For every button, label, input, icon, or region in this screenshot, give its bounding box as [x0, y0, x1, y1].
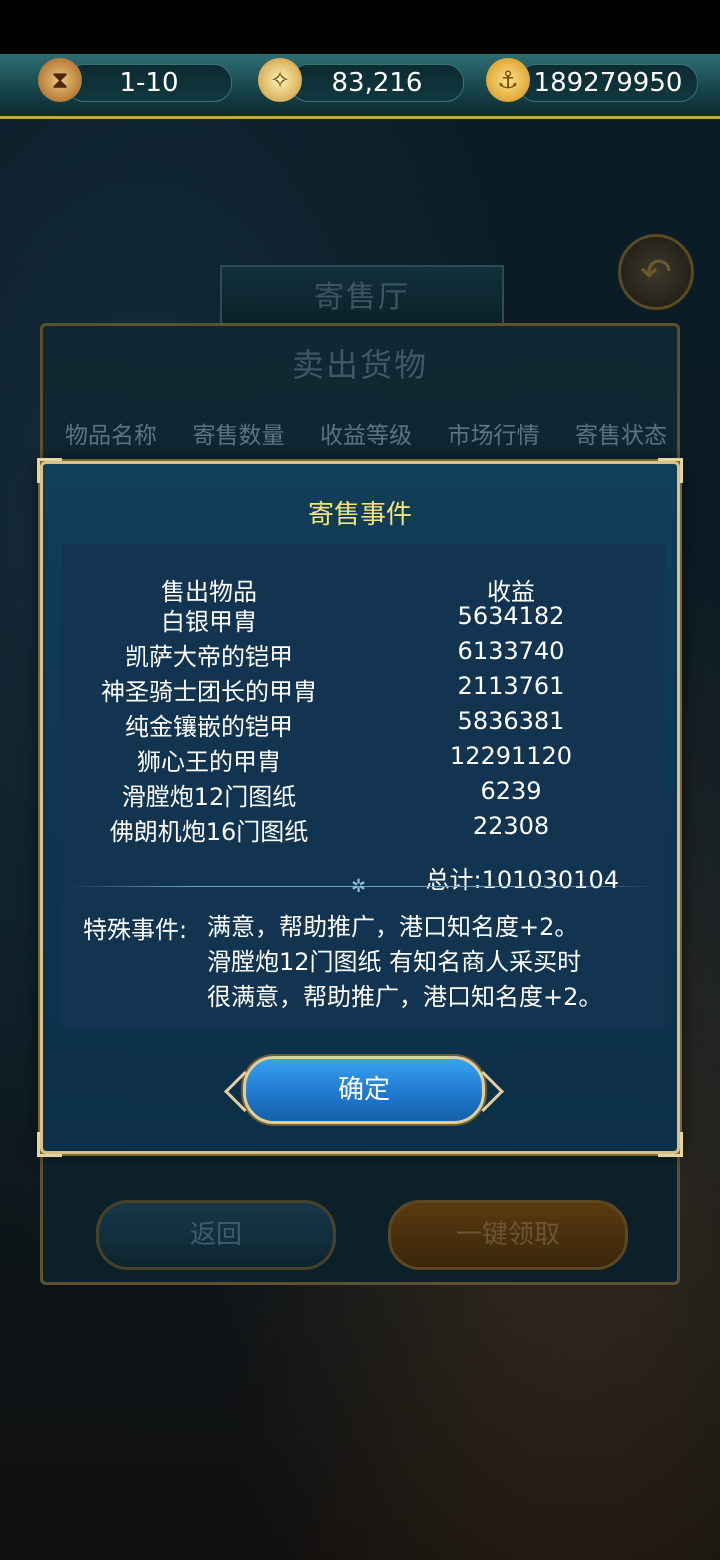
system-status-bar — [0, 0, 720, 54]
sold-item-row: 神圣骑士团长的甲胄 2113761 — [61, 672, 665, 707]
column-quantity: 寄售数量 — [192, 423, 285, 449]
sold-item-row: 佛朗机炮16门图纸 22308 — [61, 812, 665, 847]
sold-item-income: 6133740 — [457, 637, 565, 665]
claim-all-button: 一键领取 — [388, 1200, 628, 1270]
sold-items-panel: 售出物品 收益 白银甲胄 5634182 凯萨大帝的铠甲 6133740 神圣骑… — [61, 544, 665, 1026]
sold-item-name: 纯金镶嵌的铠甲 — [125, 713, 293, 741]
gold-resource: 189279950 — [518, 64, 698, 102]
compass-icon: ✧ — [258, 58, 302, 102]
sold-item-row: 滑膛炮12门图纸 6239 — [61, 777, 665, 812]
frame-corner — [658, 1132, 683, 1157]
resource-bar: ⧗ 1-10 ✧ 83,216 ⚓ 189279950 — [0, 54, 720, 119]
column-income-level: 收益等级 — [320, 423, 412, 449]
hourglass-icon: ⧗ — [38, 58, 82, 102]
confirm-label: 确定 — [337, 1075, 390, 1105]
dialog-title: 寄售事件 — [307, 500, 412, 530]
sold-item-row: 纯金镶嵌的铠甲 5836381 — [61, 707, 665, 742]
column-market: 市场行情 — [447, 423, 540, 449]
sold-item-income: 5634182 — [457, 602, 565, 630]
special-event-label: 特殊事件: — [83, 916, 188, 944]
frame-corner — [658, 458, 683, 483]
sold-item-row: 狮心王的甲胄 12291120 — [61, 742, 665, 777]
sold-item-income: 12291120 — [449, 742, 573, 770]
special-event-line: 很满意，帮助推广，港口知名度+2。 — [207, 983, 603, 1011]
sold-item-row: 凯萨大帝的铠甲 6133740 — [61, 637, 665, 672]
hall-title: 寄售厅 — [220, 265, 504, 331]
sold-item-name: 狮心王的甲胄 — [137, 748, 281, 776]
sold-item-name: 神圣骑士团长的甲胄 — [101, 678, 317, 706]
total-income: 总计:101030104 — [425, 866, 619, 894]
button-ornament — [462, 1070, 505, 1113]
ornament-icon: ✲ — [351, 876, 367, 897]
sold-item-income: 2113761 — [457, 672, 565, 700]
frame-corner — [37, 458, 62, 483]
column-status: 寄售状态 — [575, 423, 667, 449]
special-event-text: 满意，帮助推广，港口知名度+2。 滑膛炮12门图纸 有知名商人采买时 很满意，帮… — [207, 910, 647, 1015]
return-arrow-icon[interactable]: ↶ — [618, 234, 694, 310]
confirm-button[interactable]: 确定 — [223, 1056, 505, 1124]
sold-item-income: 5836381 — [457, 707, 565, 735]
sold-item-income: 22308 — [472, 812, 550, 840]
return-button: 返回 — [96, 1200, 336, 1270]
sell-panel-title: 卖出货物 — [291, 346, 428, 384]
special-event-line: 满意，帮助推广，港口知名度+2。 — [207, 913, 579, 941]
turn-counter: 1-10 — [66, 64, 232, 102]
column-item-name: 物品名称 — [65, 423, 157, 449]
sold-item-income: 6239 — [480, 777, 542, 805]
sold-item-row: 白银甲胄 5634182 — [61, 602, 665, 637]
special-event-line: 滑膛炮12门图纸 有知名商人采买时 — [207, 948, 582, 976]
sold-item-name: 滑膛炮12门图纸 — [121, 783, 297, 811]
frame-corner — [37, 1132, 62, 1157]
button-ornament — [223, 1070, 266, 1113]
sold-item-name: 佛朗机炮16门图纸 — [109, 818, 309, 846]
sold-item-name: 白银甲胄 — [161, 608, 257, 636]
compass-resource: 83,216 — [290, 64, 464, 102]
consignment-event-dialog: 寄售事件 售出物品 收益 白银甲胄 5634182 凯萨大帝的铠甲 613374… — [37, 458, 683, 1157]
sold-item-name: 凯萨大帝的铠甲 — [125, 643, 293, 671]
anchor-coin-icon: ⚓ — [486, 58, 530, 102]
sell-table-header: 物品名称 寄售数量 收益等级 市场行情 寄售状态 — [65, 416, 667, 450]
